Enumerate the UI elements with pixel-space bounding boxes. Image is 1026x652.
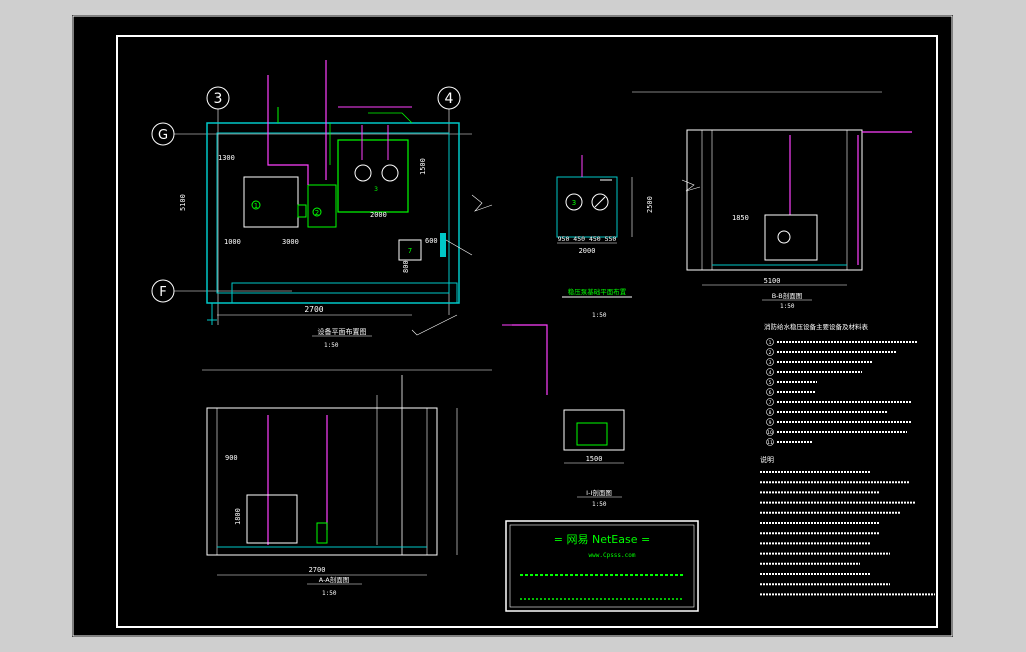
plan-view: 3 4 G F 1 2 3 7 2700 5100 1300 1000 3000… bbox=[151, 60, 493, 349]
legend-item-number: 7 bbox=[769, 400, 772, 406]
equipment-3-number: 3 bbox=[374, 186, 378, 193]
notes-title: 说明 bbox=[760, 455, 774, 464]
legend-item-number: 8 bbox=[769, 410, 772, 416]
legend-item-number: 1 bbox=[769, 340, 772, 346]
lower-room-outline bbox=[206, 407, 438, 556]
section-pit bbox=[563, 409, 625, 451]
right-scale: 1:50 bbox=[780, 303, 795, 310]
legend-item-number: 10 bbox=[767, 430, 773, 436]
right-elevation: 5100 1850 B-B剖面图 1:50 bbox=[632, 91, 912, 310]
right-title: B-B剖面图 bbox=[772, 291, 803, 300]
right-dim-5100: 5100 bbox=[764, 277, 781, 285]
plan-dim-1300: 1300 bbox=[218, 154, 235, 162]
lower-title: A-A剖面图 bbox=[319, 575, 349, 584]
equipment-7-number: 7 bbox=[408, 247, 412, 255]
door-mark bbox=[440, 233, 446, 257]
plan-dim-2700: 2700 bbox=[304, 305, 323, 314]
plan-dim-600: 600 bbox=[425, 237, 438, 245]
section-scale: 1:50 bbox=[592, 501, 607, 508]
lower-dim-900: 900 bbox=[225, 454, 238, 462]
legend-title: 消防给水稳压设备主要设备及材料表 bbox=[764, 322, 869, 331]
pump-base-outline bbox=[556, 176, 618, 238]
watermark-title: = 网易 NetEase = bbox=[554, 533, 650, 546]
section-pipe bbox=[512, 324, 548, 395]
right-room-outline bbox=[686, 129, 863, 271]
lower-scale: 1:50 bbox=[322, 590, 337, 597]
lower-dim-1800: 1800 bbox=[234, 508, 242, 525]
inner-frame bbox=[116, 35, 938, 628]
pump-base-title: 稳压泵基础平面布置 bbox=[568, 287, 627, 296]
axis-g-label: G bbox=[158, 128, 168, 143]
axis-f-label: F bbox=[159, 285, 166, 300]
equipment-1-tank bbox=[243, 176, 299, 228]
legend-item-number: 6 bbox=[769, 390, 772, 396]
notes-block: 说明 bbox=[760, 455, 935, 596]
axis-4-label: 4 bbox=[445, 91, 454, 107]
watermark-url: www.Cpsss.com bbox=[589, 552, 636, 559]
legend-item-number: 2 bbox=[769, 350, 772, 356]
equipment-2-number: 2 bbox=[315, 209, 319, 217]
pump-base-dim-parts: 950 450 450 550 bbox=[558, 235, 617, 243]
plan-dim-5100: 5100 bbox=[179, 194, 187, 211]
plan-pipe-a bbox=[267, 75, 309, 185]
legend-item-number: 3 bbox=[769, 360, 772, 366]
pump-base-marker: 3 bbox=[572, 199, 576, 207]
axis-3-label: 3 bbox=[214, 91, 223, 107]
room-wall-outer bbox=[206, 122, 460, 304]
plan-dim-1000: 1000 bbox=[224, 238, 241, 246]
plan-dim-2000: 2000 bbox=[370, 211, 387, 219]
legend-item-number: 4 bbox=[769, 370, 772, 376]
drawing-sheet: 3 4 G F 1 2 3 7 2700 5100 1300 1000 3000… bbox=[72, 15, 953, 637]
right-tank bbox=[764, 214, 818, 261]
legend-item-number: 9 bbox=[769, 420, 772, 426]
section-title: I-I剖面图 bbox=[586, 488, 612, 497]
pump-base-dim-width: 2000 bbox=[579, 247, 596, 255]
plan-scale: 1:50 bbox=[324, 342, 339, 349]
legend-item-number: 5 bbox=[769, 380, 772, 386]
plan-dim-1500: 1500 bbox=[419, 158, 427, 175]
equipment-1-number: 1 bbox=[254, 202, 258, 210]
pump-base-plan: 3 950 450 450 550 2000 2500 稳压泵基础平面布置 1:… bbox=[556, 155, 654, 319]
pump-base-scale: 1:50 bbox=[592, 312, 607, 319]
room-wall-inner bbox=[216, 132, 450, 294]
lower-tank bbox=[246, 494, 298, 544]
legend-item-number: 11 bbox=[767, 440, 773, 446]
pump-a-icon bbox=[354, 164, 372, 182]
section-dim-1500: 1500 bbox=[586, 455, 603, 463]
legend-block: 消防给水稳压设备主要设备及材料表 1 2 3 4 5 6 7 8 9 10 11 bbox=[764, 322, 917, 446]
right-dim-1850: 1850 bbox=[732, 214, 749, 222]
section-view: 1500 I-I剖面图 1:50 bbox=[502, 324, 625, 508]
watermark-box: = 网易 NetEase = www.Cpsss.com bbox=[505, 520, 699, 612]
plan-dim-3000: 3000 bbox=[282, 238, 299, 246]
lower-elevation: 2700 900 1800 A-A剖面图 1:50 bbox=[202, 369, 492, 597]
cad-drawing: 3 4 G F 1 2 3 7 2700 5100 1300 1000 3000… bbox=[72, 15, 953, 637]
plan-title: 设备平面布置图 bbox=[318, 327, 367, 336]
equipment-2-cabinet bbox=[307, 184, 337, 228]
lower-dim-2700: 2700 bbox=[309, 566, 326, 574]
pump-base-dim-height: 2500 bbox=[646, 196, 654, 213]
plan-dim-800: 800 bbox=[402, 260, 410, 273]
pump-b-icon bbox=[381, 164, 399, 182]
